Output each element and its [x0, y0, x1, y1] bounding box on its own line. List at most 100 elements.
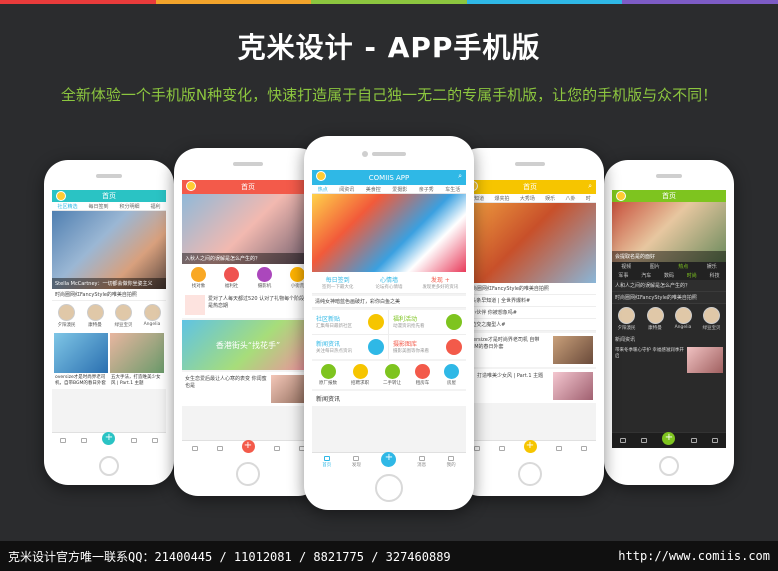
nav-discover[interactable]	[81, 437, 88, 444]
nav-discover[interactable]	[641, 437, 648, 444]
user-item[interactable]: 绿豆宝贝	[703, 307, 721, 331]
list-item[interactable]: 时尚圈网红FancyStyle的唯美自拍照	[52, 289, 166, 301]
tab-gossip[interactable]: 八卦	[565, 195, 575, 202]
tab-video[interactable]: 视频	[621, 263, 631, 270]
nav-messages[interactable]	[130, 437, 137, 444]
nav-home[interactable]	[59, 437, 66, 444]
user-item[interactable]: 康特曼	[646, 307, 664, 331]
community-posts-card[interactable]: 社区新贴 汇集每日最新社区	[312, 310, 389, 335]
nav-profile[interactable]: 我的	[447, 455, 456, 468]
add-button[interactable]: +	[523, 440, 537, 453]
search-icon[interactable]: ⌕	[458, 172, 462, 181]
avatar[interactable]	[186, 181, 196, 191]
tab-photos[interactable]: 爆夹拍	[494, 195, 509, 202]
post-card[interactable]: 女生恋爱后最让人心寒的表变 你闺蜜也是	[182, 372, 314, 406]
nav-messages[interactable]: 消息	[417, 455, 426, 468]
nav-discover[interactable]	[216, 445, 223, 452]
avatar[interactable]	[316, 171, 326, 181]
list-item[interactable]: #头条早知道 | 全世界爆料#	[464, 295, 596, 307]
house-report-icon[interactable]: 原厂报数	[319, 364, 337, 386]
post-card[interactable]: oversize才是时尚界老司机，自带BGM的春日外套	[54, 333, 108, 387]
street-icon[interactable]: 小街荒	[290, 267, 305, 289]
tab-car[interactable]: 车生活	[445, 186, 460, 193]
nav-profile[interactable]	[580, 445, 587, 452]
avatar[interactable]	[616, 191, 626, 201]
nav-home[interactable]	[619, 437, 626, 444]
tab-photo[interactable]: 爱摄影	[392, 186, 407, 193]
tab-entertainment[interactable]: 娱乐	[707, 263, 717, 270]
list-item[interactable]: 人和人之间的误解是怎么产生的？	[612, 280, 726, 292]
nav-messages[interactable]	[555, 445, 562, 452]
tab-tech[interactable]: 科技	[710, 272, 720, 279]
checkin-stat[interactable]: 每日签到 签到一下最大化	[312, 275, 363, 290]
tab-points[interactable]: 积分明细	[119, 203, 139, 210]
list-item[interactable]: 时尚圈网红FancyStyle的唯美自拍照	[464, 283, 596, 295]
tab-hot[interactable]: 热点	[678, 263, 688, 270]
nav-profile[interactable]	[152, 437, 159, 444]
tab-family[interactable]: 亲子秀	[419, 186, 434, 193]
tab-food[interactable]: 美食控	[366, 186, 381, 193]
tab-hot[interactable]: 热点	[318, 186, 328, 193]
hero-banner[interactable]	[464, 203, 596, 283]
jobs-icon[interactable]: 招聘求职	[351, 364, 369, 386]
user-item[interactable]: 夕阳澳民	[58, 304, 76, 328]
hero-banner[interactable]: 入秋人之间的误解是怎么产生的？	[182, 194, 314, 264]
quote-card[interactable]: 爱对了人每天都过520 认对了礼物每个阶段都是热恋期	[182, 292, 314, 318]
find-partner-icon[interactable]: 找对象	[191, 267, 206, 289]
tab-news[interactable]: 阅资讯	[339, 186, 354, 193]
tab-auto[interactable]: 汽车	[641, 272, 651, 279]
mood-wall-stat[interactable]: 心情墙 论坛有心情墙	[363, 275, 414, 290]
post-card[interactable]: 五大手法，打造唯美少女风 | Part.1 主题	[110, 333, 164, 387]
tab-community[interactable]: 社区精选	[57, 203, 77, 210]
add-button[interactable]: +	[241, 440, 255, 453]
welfare-card[interactable]: 福利活动 动漫资讯抢先看	[389, 310, 466, 335]
add-button[interactable]: +	[102, 432, 116, 445]
user-item[interactable]: 绿豆宝贝	[115, 304, 133, 328]
discover-stat[interactable]: 发现 + 发现更多好的资讯	[415, 275, 466, 290]
list-item[interactable]: #小伙伴 你被想象吗#	[464, 307, 596, 319]
tab-show[interactable]: 大秀场	[520, 195, 535, 202]
nav-home[interactable]	[191, 445, 198, 452]
nav-messages[interactable]	[690, 437, 697, 444]
rent-car-icon[interactable]: 租房车	[415, 364, 430, 386]
tab-more[interactable]: 时	[586, 195, 591, 202]
user-item[interactable]: 康特曼	[86, 304, 104, 328]
nav-discover[interactable]: 发现	[352, 455, 361, 468]
user-item[interactable]: Angelia	[143, 304, 161, 328]
tab-entertainment[interactable]: 娱乐	[545, 195, 555, 202]
nav-messages[interactable]	[273, 445, 280, 452]
news-card[interactable]: 新闻资讯 关注每日热点资讯	[312, 335, 389, 359]
tab-fashion[interactable]: 时尚	[687, 272, 697, 279]
add-button[interactable]: +	[662, 432, 676, 445]
list-item[interactable]: 时尚圈网红FancyStyle的唯美自拍照	[612, 292, 726, 304]
search-icon[interactable]: ⌕	[588, 182, 592, 191]
secondhand-icon[interactable]: 二手转让	[383, 364, 401, 386]
house-icon[interactable]: 房屋	[444, 364, 459, 386]
nav-home[interactable]	[473, 445, 480, 452]
avatar[interactable]	[56, 191, 66, 201]
add-button[interactable]: +	[381, 452, 397, 467]
footer-url[interactable]: http://www.comiis.com	[618, 549, 770, 563]
user-item[interactable]: Angelia	[674, 307, 692, 331]
nav-discover[interactable]	[498, 445, 505, 452]
hero-banner[interactable]	[312, 194, 466, 272]
tab-digital[interactable]: 数码	[664, 272, 674, 279]
welfare-icon[interactable]: 福利社	[224, 267, 239, 289]
gallery-card[interactable]: 摄影图库 摄影美图等你来看	[389, 335, 466, 359]
nav-home[interactable]: 首页	[322, 455, 331, 468]
user-item[interactable]: 夕阳澳民	[618, 307, 636, 331]
nav-profile[interactable]	[712, 437, 719, 444]
tab-images[interactable]: 图片	[650, 263, 660, 270]
promo-banner[interactable]: 香港街头“找花手”	[182, 320, 314, 370]
news-item[interactable]: 带来冬季暖心守护 幸福感滋润季开启	[612, 345, 726, 375]
post-card[interactable]: oversize才是时尚界老司机 自带BGM的春日外套	[464, 333, 596, 367]
hero-banner[interactable]: 会提取名是的面好	[612, 202, 726, 262]
camera-icon[interactable]: 摄影机	[257, 267, 272, 289]
list-item[interactable]: #边交之魔型人#	[464, 319, 596, 331]
news-ticker[interactable]: 清纯女神暗蓝色画破灯，彩你白鱼之美	[312, 296, 466, 308]
tab-military[interactable]: 军事	[618, 272, 628, 279]
hero-banner[interactable]: Stella McCartney：一切都会做你坐姿主义	[52, 211, 166, 289]
tab-checkin[interactable]: 每日签到	[88, 203, 108, 210]
tab-welfare[interactable]: 福利	[150, 203, 160, 210]
post-card[interactable]: 法，打造唯美少女风 | Part.1 主题	[464, 369, 596, 403]
